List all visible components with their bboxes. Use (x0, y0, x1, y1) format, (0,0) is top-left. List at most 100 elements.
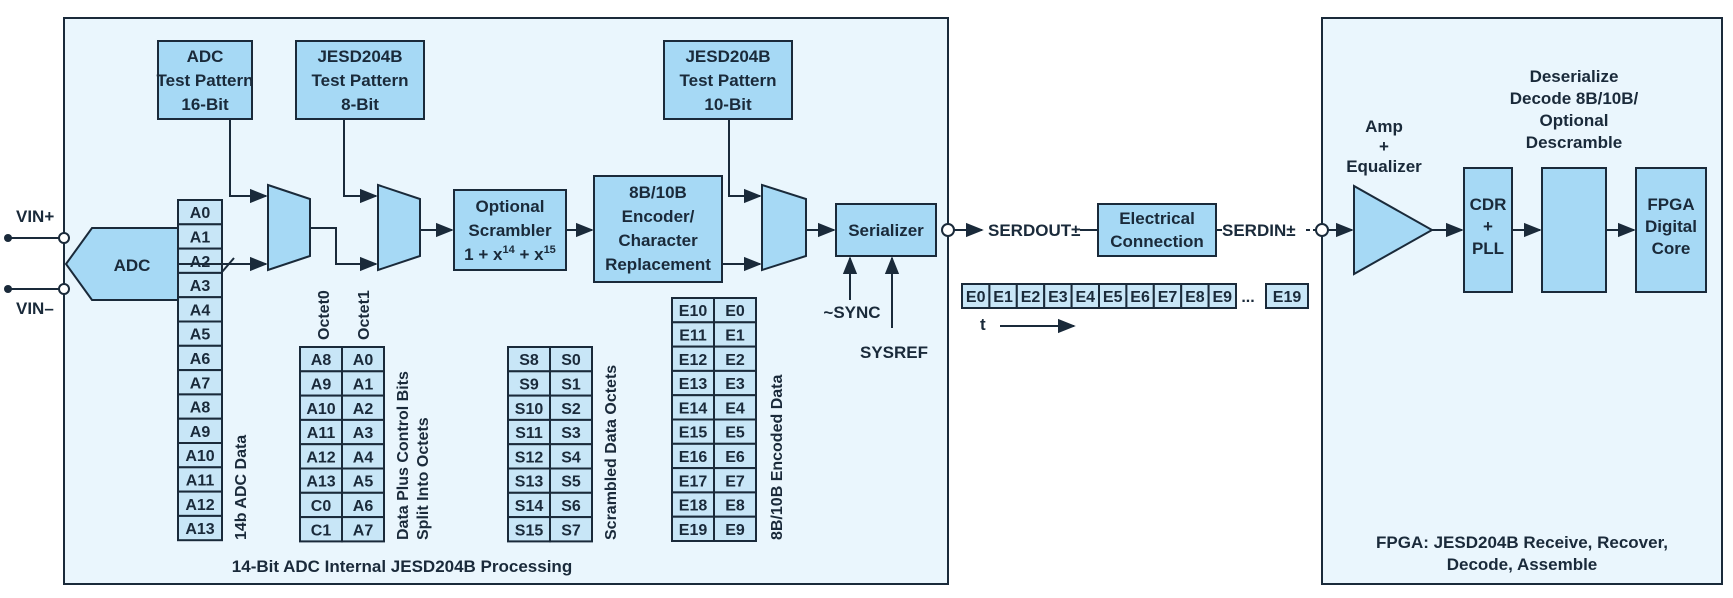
scrambled-cell-label: S8 (519, 352, 539, 369)
scrambled-cell-label: S4 (561, 449, 581, 466)
encoder-line2: Encoder/ (622, 207, 695, 226)
vin-plus-label: VIN+ (16, 207, 54, 226)
octet1-cell-label: A4 (353, 449, 374, 466)
octet0-cell-label: C1 (311, 522, 332, 539)
octet1-cell-label: A1 (353, 376, 374, 393)
octet0-cell-label: A11 (307, 425, 336, 442)
adc-data-column: A0 A1 A2 A3 A4 A5 A6 A7 A8 A9 A10 A11 A12 A13 (177, 199, 223, 542)
serdout-label: SERDOUT± (988, 221, 1080, 240)
fpga-core-line3: Core (1652, 239, 1691, 258)
fpga-panel-caption-line1: FPGA: JESD204B Receive, Recover, (1376, 533, 1668, 552)
mux-3 (761, 183, 807, 272)
encoded-cell-label: E10 (679, 303, 708, 320)
encoded-cell-label: E16 (679, 449, 708, 466)
adc-bit-cell-label: A9 (190, 424, 211, 441)
jesd204b-diagram: 14-Bit ADC Internal JESD204B Processing … (4, 17, 1723, 585)
encoded-cell-label: E1 (725, 327, 745, 344)
encoded-cell-label: E19 (679, 522, 708, 539)
encoded-cell-label: E7 (725, 473, 745, 490)
stream-cell-label: E4 (1076, 289, 1096, 306)
mux-1 (267, 183, 311, 272)
stream-cell-label: E7 (1158, 289, 1178, 306)
scrambled-cell-label: S3 (561, 425, 581, 442)
encoded-cell-label: E15 (679, 425, 708, 442)
scrambled-cell-label: S11 (515, 425, 543, 442)
encoded-cell-label: E6 (725, 449, 745, 466)
scrambled-label: Scrambled Data Octets (603, 365, 620, 540)
octet0-cell-label: A13 (306, 474, 335, 491)
octet0-cell-label: A10 (306, 401, 335, 418)
scrambled-cell-label: S9 (519, 376, 539, 393)
octet0-header: Octet0 (316, 290, 333, 340)
adc-bit-cell-label: A11 (186, 472, 215, 489)
deserialize-block (1541, 167, 1607, 293)
time-label: t (980, 315, 986, 334)
octet1-cell-label: A2 (353, 401, 374, 418)
jesd8-line2: Test Pattern (312, 71, 409, 90)
scrambled-cell-label: S14 (515, 498, 544, 515)
encoded-table: E10 E11 E12 E13 E14 E15 E16 E17 E18 E19 E0 E1 E2 E3 E4… (671, 297, 757, 543)
vin-minus-pin (58, 283, 70, 295)
sysref-label: SYSREF (860, 343, 928, 362)
jesd8-line1: JESD204B (317, 47, 402, 66)
deser-label-line4: Descramble (1526, 133, 1622, 152)
adc-bit-cell-label: A4 (190, 302, 211, 319)
adc-test-pattern-line3: 16-Bit (181, 95, 229, 114)
jesd10-line3: 10-Bit (704, 95, 752, 114)
encoded-cell-label: E14 (679, 400, 708, 417)
deser-label-line3: Optional (1540, 111, 1609, 130)
encoded-cell-label: E4 (725, 400, 745, 417)
adc-bit-cell-label: A1 (190, 229, 211, 246)
cdr-line1: CDR (1470, 195, 1507, 214)
adc-panel-caption: 14-Bit ADC Internal JESD204B Processing (232, 557, 572, 576)
stream-cell-label: E3 (1048, 289, 1068, 306)
octet1-cell-label: A3 (353, 425, 374, 442)
encoded-cell-label: E13 (679, 376, 708, 393)
scrambled-cell-label: S5 (561, 474, 581, 491)
vin-minus-label: VIN– (16, 299, 54, 318)
adc-bit-cell-label: A12 (185, 497, 214, 514)
stream-cell-label: E0 (966, 289, 986, 306)
scrambler-line2: Scrambler (468, 221, 552, 240)
encoded-cell-label: E3 (725, 376, 745, 393)
octet1-cell-label: A5 (353, 474, 374, 491)
scrambled-cell-label: S15 (515, 522, 544, 539)
octet0-cell-label: A12 (306, 449, 335, 466)
adc-test-pattern-line2: Test Pattern (157, 71, 254, 90)
amp-label-line2: + (1379, 137, 1389, 156)
cdr-line3: PLL (1472, 239, 1504, 258)
serial-stream: E0 E1 E2 E3 E4 E5 E6 E7 E8 E9... E19 (961, 283, 1309, 309)
fpga-core-line2: Digital (1645, 217, 1697, 236)
encoded-cell-label: E9 (725, 522, 745, 539)
adc-bit-cell-label: A3 (190, 278, 211, 295)
adc-bit-cell-label: A10 (185, 448, 214, 465)
scrambled-cell-label: S12 (515, 449, 544, 466)
scrambler-line1: Optional (476, 197, 545, 216)
serdout-pin (941, 223, 955, 237)
electrical-line2: Connection (1110, 232, 1204, 251)
stream-cell-label: E1 (993, 289, 1013, 306)
scrambled-cell-label: S10 (515, 401, 544, 418)
encoder-line1: 8B/10B (629, 183, 687, 202)
encoded-cell-label: E2 (725, 352, 745, 369)
jesd10-line1: JESD204B (685, 47, 770, 66)
adc-bit-cell-label: A0 (190, 205, 211, 222)
encoded-label: 8B/10B Encoded Data (769, 375, 786, 540)
encoded-cell-label: E5 (725, 425, 745, 442)
stream-cell-label: E2 (1021, 289, 1041, 306)
amp-label-line3: Equalizer (1346, 157, 1422, 176)
adc-test-pattern-line1: ADC (187, 47, 224, 66)
octet1-header: Octet1 (356, 290, 373, 340)
stream-cell-label: E9 (1213, 289, 1233, 306)
octets-label-line1: Data Plus Control Bits (395, 371, 412, 540)
scrambled-cell-label: S0 (561, 352, 581, 369)
encoded-cell-label: E11 (679, 327, 707, 344)
octet1-cell-label: A7 (353, 522, 374, 539)
fpga-core-line1: FPGA (1647, 195, 1694, 214)
scrambled-cell-label: S2 (561, 401, 581, 418)
fpga-panel-caption-line2: Decode, Assemble (1447, 555, 1598, 574)
sync-label: ~SYNC (823, 303, 880, 322)
scrambled-cell-label: S1 (561, 376, 581, 393)
adc-bit-cell-label: A8 (190, 400, 211, 417)
adc-bit-cell-label: A5 (190, 327, 211, 344)
